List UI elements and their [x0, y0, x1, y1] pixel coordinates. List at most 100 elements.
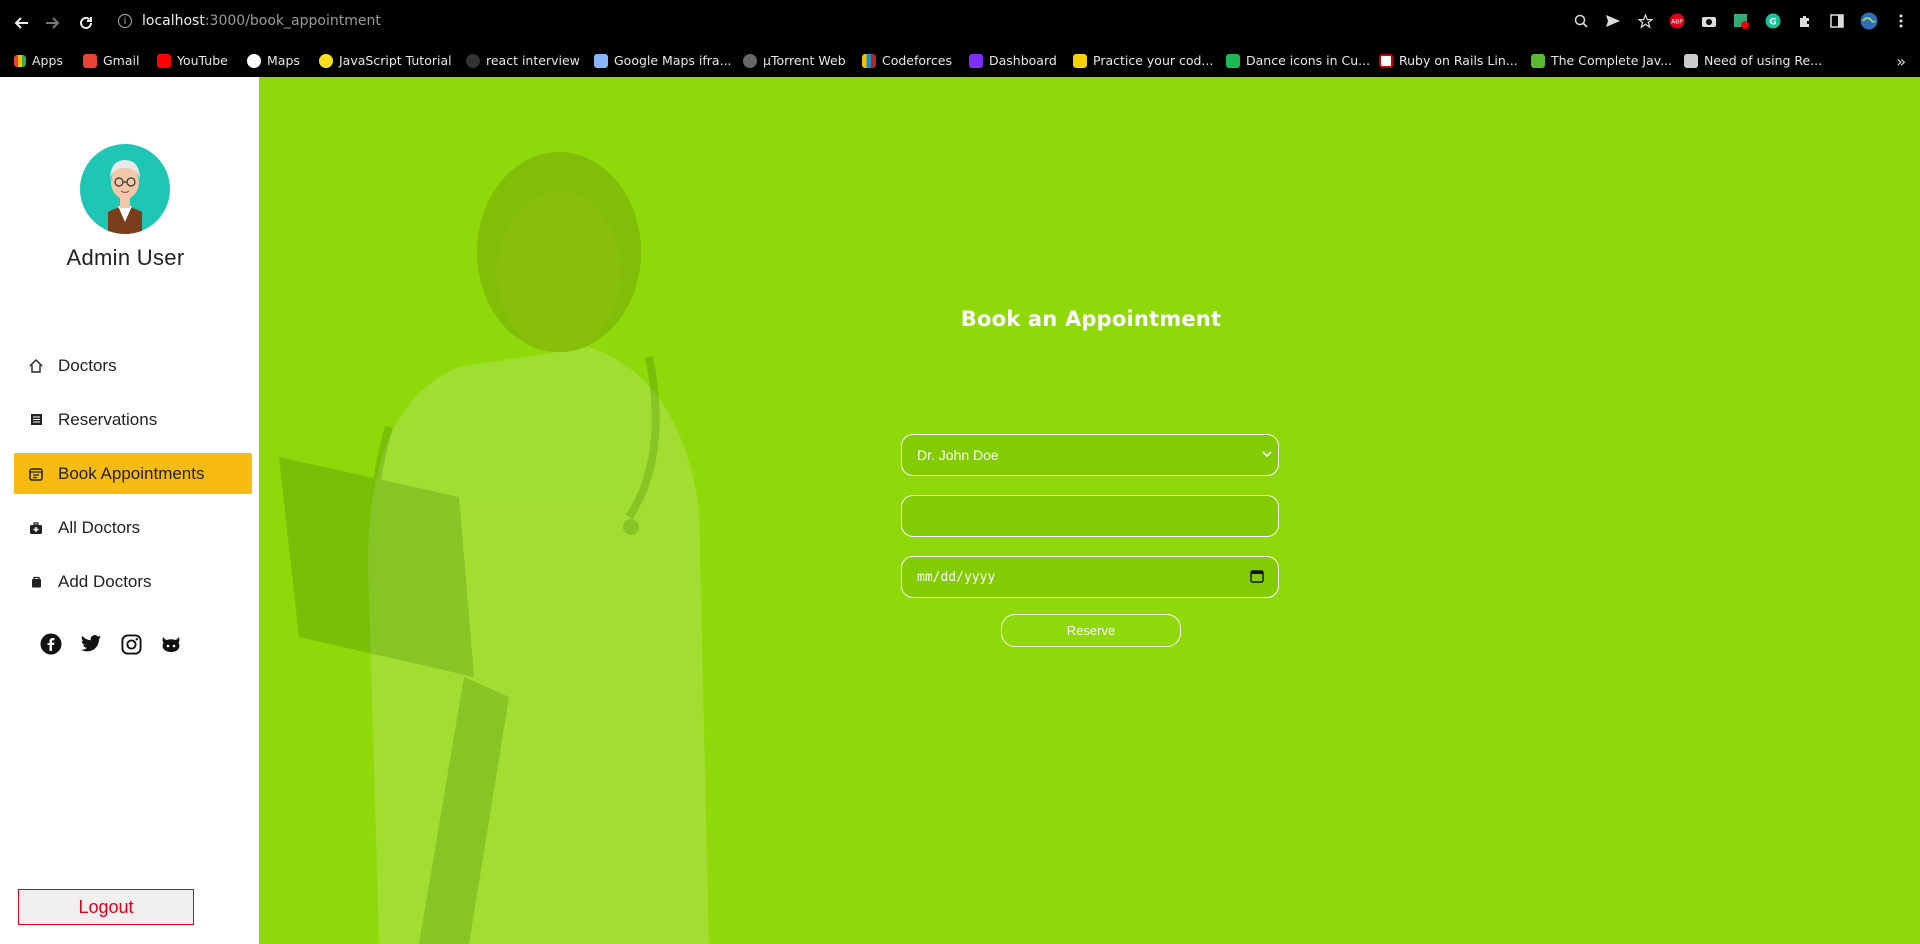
svg-text:G: G [1769, 18, 1776, 28]
sidebar-item-label: Reservations [58, 409, 158, 429]
sidebar-item-label: All Doctors [58, 517, 141, 537]
js-icon [319, 53, 333, 68]
sidebar-menu: Doctors Reservations Book Appointments A… [14, 345, 252, 615]
sidebar-item-add-doctors[interactable]: Add Doctors [14, 561, 252, 602]
grammarly-icon[interactable]: G [1764, 12, 1782, 30]
side-panel-icon[interactable] [1828, 12, 1846, 30]
address-bar[interactable]: localhost:3000/book_appointment [142, 13, 381, 29]
course-icon [1531, 53, 1545, 68]
adblock-icon[interactable]: ABP [1668, 12, 1686, 30]
sidebar-item-reservations[interactable]: Reservations [14, 399, 252, 440]
doctor-select[interactable]: Dr. John Doe [901, 434, 1279, 476]
apps-grid-icon [14, 54, 26, 67]
date-input-placeholder: mm/dd/yyyy [917, 569, 996, 585]
practice-icon [1073, 53, 1087, 68]
bookmark-label: Gmail [103, 53, 140, 68]
sidebar-item-all-doctors[interactable]: All Doctors [14, 507, 252, 548]
main-content: Book an Appointment Dr. John Doe mm/dd/y… [259, 77, 1920, 944]
bookmark-dashboard[interactable]: Dashboard [969, 53, 1057, 68]
doctor-background-image [279, 152, 709, 944]
bookmark-maps[interactable]: Maps [247, 53, 300, 68]
home-icon [28, 358, 44, 374]
github-icon [466, 53, 480, 68]
sidebar-item-label: Book Appointments [58, 463, 205, 483]
youtube-icon [157, 53, 171, 68]
site-info-icon[interactable]: i [118, 14, 132, 28]
bookmark-label: Dance icons in Cu... [1246, 53, 1371, 68]
sidebar: Admin User Doctors Reservations Book App… [0, 77, 259, 944]
bookmark-label: Practice your cod... [1093, 53, 1214, 68]
bookmark-dance-icons[interactable]: Dance icons in Cu... [1226, 53, 1370, 68]
sidebar-item-label: Doctors [58, 355, 117, 375]
user-name: Admin User [66, 245, 185, 270]
puzzle-icon[interactable] [1796, 12, 1814, 30]
calendar-icon [28, 466, 44, 482]
bag-icon [28, 574, 44, 590]
social-links [39, 632, 183, 656]
bookmark-complete-js[interactable]: The Complete Jav... [1531, 53, 1672, 68]
bookmarks-bar: Apps Gmail YouTube Maps JavaScript Tutor… [0, 45, 1920, 77]
avatar [80, 144, 170, 234]
bookmark-label: Need of using Re... [1704, 53, 1823, 68]
chevron-down-icon [1262, 447, 1272, 461]
facebook-icon[interactable] [39, 632, 63, 656]
instagram-icon[interactable] [119, 632, 143, 656]
twitter-icon[interactable] [79, 632, 103, 656]
kebab-menu-icon[interactable] [1892, 12, 1910, 30]
calendar-picker-icon[interactable] [1250, 569, 1264, 583]
bookmark-label: The Complete Jav... [1551, 53, 1673, 68]
reload-icon[interactable] [75, 12, 97, 34]
bookmark-gmail[interactable]: Gmail [83, 53, 139, 68]
more-bookmarks-icon[interactable]: » [1896, 52, 1906, 71]
camera-icon[interactable] [1700, 12, 1718, 30]
logout-button[interactable]: Logout [18, 889, 194, 925]
google-icon [247, 53, 261, 68]
back-icon[interactable] [10, 12, 32, 34]
sidebar-item-book-appointments[interactable]: Book Appointments [14, 453, 252, 494]
city-input[interactable] [901, 495, 1279, 537]
bookmark-label: JavaScript Tutorial [339, 53, 452, 68]
bookmark-label: react interview [486, 53, 580, 68]
svg-text:ABP: ABP [1671, 19, 1683, 26]
list-icon [28, 412, 44, 428]
bookmark-codeforces[interactable]: Codeforces [862, 53, 952, 68]
bookmark-utorrent[interactable]: µTorrent Web [743, 53, 846, 68]
sidebar-item-label: Add Doctors [58, 571, 152, 591]
bookmark-js-tutorial[interactable]: JavaScript Tutorial [319, 53, 452, 68]
extension-badge-icon[interactable] [1732, 12, 1750, 30]
bookmark-label: Maps [267, 53, 300, 68]
form-title: Book an Appointment [960, 307, 1222, 331]
bookmark-apps[interactable]: Apps [14, 53, 63, 68]
bookmark-label: Codeforces [882, 53, 952, 68]
zoom-icon[interactable] [1572, 12, 1590, 30]
bookmark-label: Google Maps ifra... [614, 53, 732, 68]
doctor-select-value: Dr. John Doe [917, 447, 999, 463]
bookmark-label: Dashboard [989, 53, 1057, 68]
bookmark-label: µTorrent Web [763, 53, 846, 68]
rails-icon [1379, 53, 1393, 68]
bookmark-google-maps-iframe[interactable]: Google Maps ifra... [594, 53, 732, 68]
globe-icon [743, 53, 757, 68]
bookmark-need-of-using[interactable]: Need of using Re... [1684, 53, 1822, 68]
bookmark-youtube[interactable]: YouTube [157, 53, 228, 68]
profile-icon[interactable] [1860, 12, 1878, 30]
url-path: :3000/book_appointment [204, 13, 381, 29]
bookmark-react-interview[interactable]: react interview [466, 53, 580, 68]
github-icon[interactable] [159, 632, 183, 656]
codeforces-icon [862, 53, 876, 68]
bookmark-label: Ruby on Rails Lin... [1399, 53, 1518, 68]
dance-icon [1226, 53, 1240, 68]
star-icon[interactable] [1636, 12, 1654, 30]
bookmark-label: Apps [32, 53, 63, 68]
forward-icon[interactable] [42, 12, 64, 34]
sidebar-item-doctors[interactable]: Doctors [14, 345, 252, 386]
reserve-button[interactable]: Reserve [1001, 614, 1181, 647]
send-icon[interactable] [1604, 12, 1622, 30]
date-input[interactable]: mm/dd/yyyy [901, 556, 1279, 598]
bookmark-practice[interactable]: Practice your cod... [1073, 53, 1213, 68]
browser-toolbar: i localhost:3000/book_appointment ABP G [0, 0, 1920, 45]
gmail-icon [83, 53, 97, 68]
bookmark-ruby-on-rails[interactable]: Ruby on Rails Lin... [1379, 53, 1518, 68]
maps-icon [594, 53, 608, 68]
bookmark-label: YouTube [177, 53, 228, 68]
